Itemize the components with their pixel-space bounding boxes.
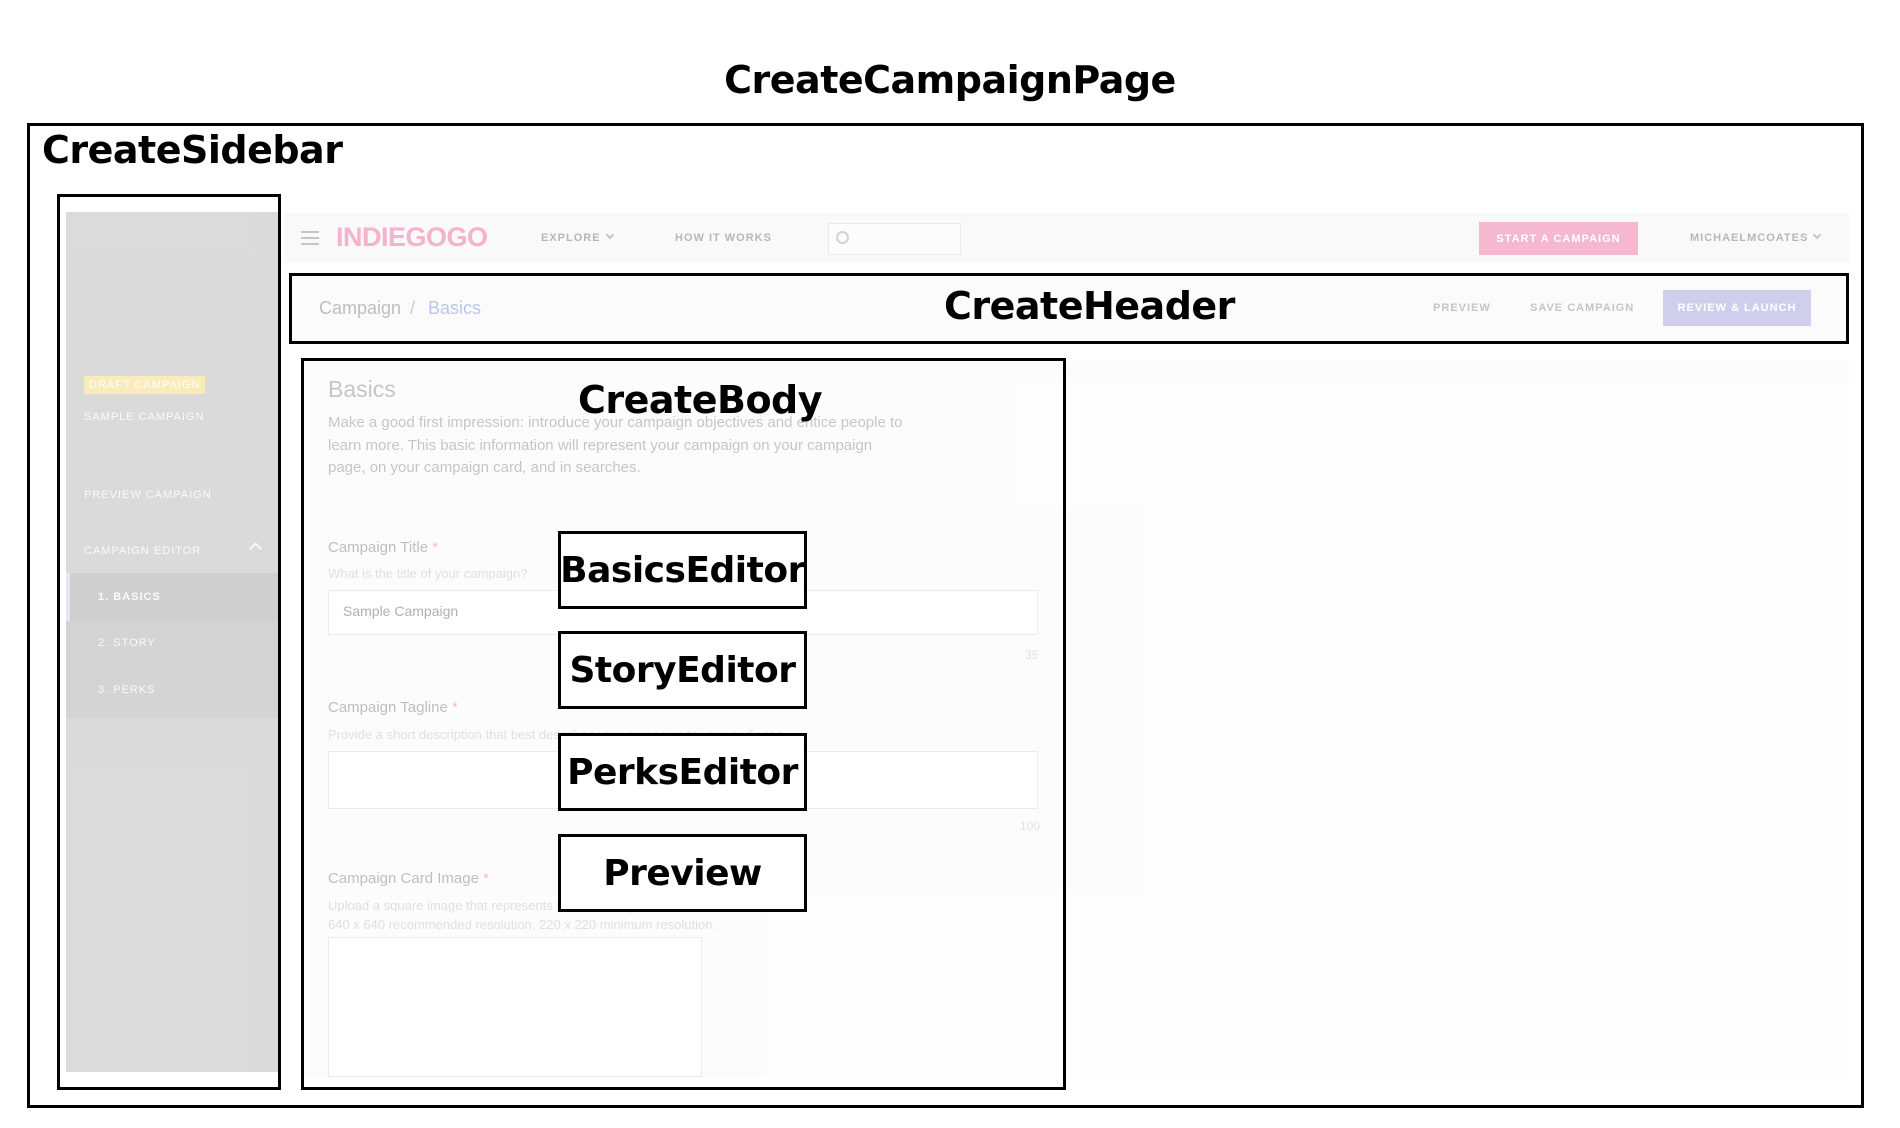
basics-editor-box: BasicsEditor <box>558 531 807 609</box>
diagram-sidebar-label: CreateSidebar <box>42 128 343 172</box>
body-component-box <box>301 358 1066 1090</box>
diagram-page-label: CreateCampaignPage <box>724 58 1176 102</box>
perks-editor-box: PerksEditor <box>558 733 807 811</box>
sidebar-component-box <box>57 194 281 1090</box>
story-editor-box: StoryEditor <box>558 631 807 709</box>
diagram-header-label: CreateHeader <box>944 284 1235 328</box>
diagram-body-label: CreateBody <box>578 378 823 422</box>
preview-box: Preview <box>558 834 807 912</box>
